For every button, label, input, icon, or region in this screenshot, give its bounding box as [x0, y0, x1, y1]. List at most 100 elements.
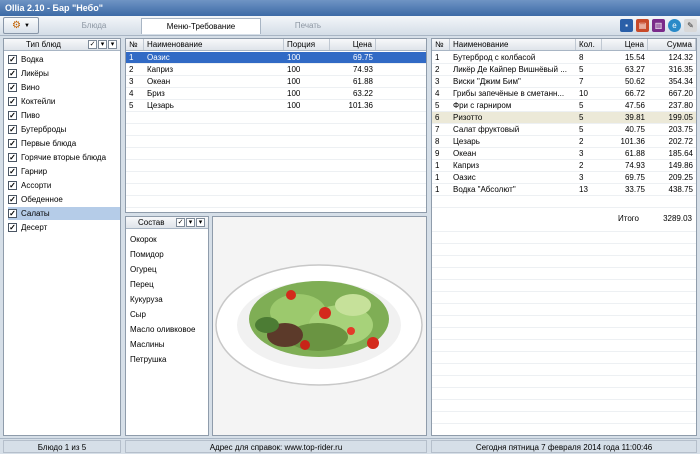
checkbox[interactable]: ✓: [8, 111, 17, 120]
cell-name: Ризотто: [453, 113, 483, 122]
empty-row: [432, 376, 696, 388]
cell-sum: 438.75: [668, 185, 693, 194]
table-row[interactable]: 1 Водка "Абсолют" 13 33.75 438.75: [432, 184, 696, 196]
sort-icon[interactable]: ▾: [186, 218, 195, 227]
category-item[interactable]: ✓ Водка: [8, 53, 120, 66]
checkbox[interactable]: ✓: [8, 125, 17, 134]
checkbox[interactable]: ✓: [8, 139, 17, 148]
ingredient-item[interactable]: Маслины: [130, 337, 165, 352]
checkbox[interactable]: ✓: [8, 97, 17, 106]
cell-num: 4: [435, 89, 440, 98]
col-qty[interactable]: Кол.: [576, 39, 602, 50]
checkbox[interactable]: ✓: [8, 181, 17, 190]
dishes-table-header: № Наименование Порция Цена: [126, 39, 426, 51]
help-address: Адрес для справок: www.top-rider.ru: [125, 440, 427, 453]
tab-menu-requisition[interactable]: Меню-Требование: [141, 18, 261, 34]
table-row[interactable]: 8 Цезарь 2 101.36 202.72: [432, 136, 696, 148]
table-row[interactable]: 1 Бутерброд с колбасой 8 15.54 124.32: [432, 52, 696, 64]
uncheck-all-icon[interactable]: ▾: [196, 218, 205, 227]
col-portion[interactable]: Порция: [284, 39, 330, 50]
table-row[interactable]: 1 Оазис 3 69.75 209.25: [432, 172, 696, 184]
ingredient-item[interactable]: Помидор: [130, 247, 164, 262]
ingredient-item[interactable]: Петрушка: [130, 352, 167, 367]
checkbox[interactable]: ✓: [8, 209, 17, 218]
checkbox[interactable]: ✓: [8, 223, 17, 232]
cell-name: Каприз: [453, 161, 480, 170]
table-row[interactable]: 7 Салат фруктовый 5 40.75 203.75: [432, 124, 696, 136]
col-num[interactable]: №: [126, 39, 144, 50]
category-label: Вино: [21, 83, 40, 92]
ingredient-item[interactable]: Окорок: [130, 232, 157, 247]
col-num[interactable]: №: [432, 39, 450, 50]
ingredient-item[interactable]: Огурец: [130, 262, 157, 277]
col-name[interactable]: Наименование: [144, 39, 284, 50]
category-header: Тип блюд ✓ ▾ ▾: [4, 39, 120, 51]
report-icon[interactable]: ▤: [636, 19, 649, 32]
checkbox[interactable]: ✓: [8, 167, 17, 176]
cell-sum: 354.34: [668, 77, 693, 86]
app-menu-button[interactable]: ⚙ ▼: [3, 17, 39, 34]
cell-price: 15.54: [624, 53, 645, 62]
cell-qty: 2: [579, 137, 584, 146]
checkbox[interactable]: ✓: [8, 83, 17, 92]
uncheck-all-icon[interactable]: ▾: [108, 40, 117, 49]
browser-icon[interactable]: e: [668, 19, 681, 32]
category-item[interactable]: ✓ Пиво: [8, 109, 120, 122]
empty-row: [432, 328, 696, 340]
tab-print[interactable]: Печать: [268, 18, 348, 34]
category-item[interactable]: ✓ Коктейли: [8, 95, 120, 108]
category-item[interactable]: ✓ Салаты: [8, 207, 120, 220]
table-row[interactable]: 3 Виски "Джим Бим" 7 50.62 354.34: [432, 76, 696, 88]
cell-sum: 202.72: [668, 137, 693, 146]
empty-row: [126, 172, 426, 184]
category-item[interactable]: ✓ Бутерброды: [8, 123, 120, 136]
empty-row: [432, 304, 696, 316]
col-sum[interactable]: Сумма: [648, 39, 696, 50]
empty-row: [432, 364, 696, 376]
save-icon[interactable]: ▪: [620, 19, 633, 32]
category-item[interactable]: ✓ Обеденное: [8, 193, 120, 206]
category-item[interactable]: ✓ Горячие вторые блюда: [8, 151, 120, 164]
ingredient-item[interactable]: Кукуруза: [130, 292, 163, 307]
tab-dishes[interactable]: Блюда: [54, 18, 134, 34]
sort-icon[interactable]: ▾: [98, 40, 107, 49]
category-item[interactable]: ✓ Ассорти: [8, 179, 120, 192]
dishes-table: № Наименование Порция Цена 1 Оазис 100 69.7…: [125, 38, 427, 213]
checkbox[interactable]: ✓: [8, 153, 17, 162]
col-name[interactable]: Наименование: [450, 39, 576, 50]
book-icon[interactable]: ▥: [652, 19, 665, 32]
cell-name: Оазис: [147, 53, 170, 62]
table-row[interactable]: 6 Ризотто 5 39.81 199.05: [432, 112, 696, 124]
table-row[interactable]: 5 Фри с гарниром 5 47.56 237.80: [432, 100, 696, 112]
table-row[interactable]: 9 Океан 3 61.88 185.64: [432, 148, 696, 160]
table-row[interactable]: 1 Каприз 2 74.93 149.86: [432, 160, 696, 172]
cell-portion: 100: [287, 77, 301, 86]
col-price[interactable]: Цена: [330, 39, 376, 50]
check-all-icon[interactable]: ✓: [88, 40, 97, 49]
col-price[interactable]: Цена: [602, 39, 648, 50]
check-all-icon[interactable]: ✓: [176, 218, 185, 227]
empty-row: [432, 292, 696, 304]
ingredient-item[interactable]: Сыр: [130, 307, 146, 322]
table-row[interactable]: 1 Оазис 100 69.75: [126, 52, 426, 64]
ingredient-item[interactable]: Перец: [130, 277, 154, 292]
table-row[interactable]: 3 Океан 100 61.88: [126, 76, 426, 88]
category-item[interactable]: ✓ Десерт: [8, 221, 120, 234]
ingredient-item[interactable]: Масло оливковое: [130, 322, 195, 337]
empty-row: [126, 160, 426, 172]
tools-icon[interactable]: ✎: [684, 19, 697, 32]
cell-qty: 13: [579, 185, 588, 194]
table-row[interactable]: 5 Цезарь 100 101.36: [126, 100, 426, 112]
checkbox[interactable]: ✓: [8, 195, 17, 204]
table-row[interactable]: 2 Ликёр Де Кайпер Вишнёвый ... 5 63.27 316.3…: [432, 64, 696, 76]
checkbox[interactable]: ✓: [8, 55, 17, 64]
checkbox[interactable]: ✓: [8, 69, 17, 78]
table-row[interactable]: 4 Грибы запечёные в сметанн... 10 66.72 667.…: [432, 88, 696, 100]
category-item[interactable]: ✓ Первые блюда: [8, 137, 120, 150]
category-item[interactable]: ✓ Ликёры: [8, 67, 120, 80]
category-item[interactable]: ✓ Гарнир: [8, 165, 120, 178]
category-item[interactable]: ✓ Вино: [8, 81, 120, 94]
table-row[interactable]: 4 Бриз 100 63.22: [126, 88, 426, 100]
composition-header-label: Состав: [138, 218, 165, 227]
table-row[interactable]: 2 Каприз 100 74.93: [126, 64, 426, 76]
